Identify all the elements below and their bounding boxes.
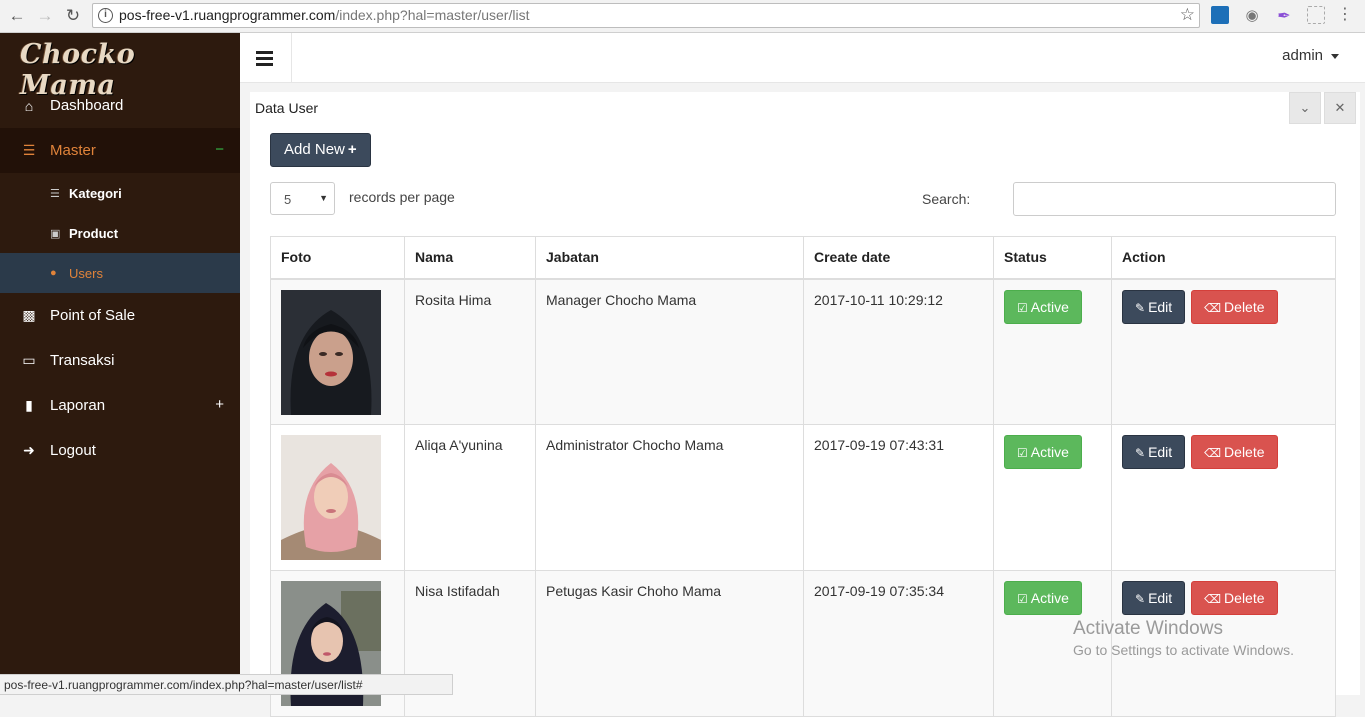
status-active-button[interactable]: ☑Active — [1004, 435, 1082, 469]
sidebar-item-label: Master — [50, 142, 96, 159]
records-per-page-label: records per page — [349, 189, 455, 205]
sidebar-item-label: Transaksi — [50, 352, 114, 369]
status-active-button[interactable]: ☑Active — [1004, 290, 1082, 324]
sidebar-subitem-label: Product — [69, 226, 118, 241]
sidebar-item-label: Logout — [50, 442, 96, 459]
user-name: admin — [1282, 47, 1323, 64]
pen-extension-icon[interactable]: ✒ — [1275, 6, 1293, 24]
close-icon[interactable]: ✕ — [1324, 92, 1356, 124]
table-row: Aliqa A'yunina Administrator Chocho Mama… — [271, 425, 1336, 571]
panel-body: Add New+ 5 ▼ records per page Search: Fo… — [260, 124, 1350, 695]
table-header-row: Foto Nama Jabatan Create date Status Act… — [271, 237, 1336, 279]
edit-button[interactable]: ✎Edit — [1122, 290, 1185, 324]
edit-icon: ✎ — [1135, 301, 1145, 315]
dropdown-arrow-icon: ▼ — [319, 193, 328, 203]
sidebar-item-transaksi[interactable]: ▭ Transaksi — [0, 338, 240, 383]
check-square-icon: ☑ — [1017, 301, 1028, 315]
header-action[interactable]: Action — [1112, 237, 1336, 279]
trash-icon: ⌫ — [1204, 446, 1221, 460]
list-icon: ☰ — [20, 142, 38, 159]
panel-title: Data User — [255, 100, 318, 116]
sidebar-subitem-product[interactable]: ▣ Product — [0, 213, 240, 253]
header-status[interactable]: Status — [994, 237, 1112, 279]
check-square-icon: ☑ — [1017, 592, 1028, 606]
camera-extension-icon[interactable]: ◉ — [1243, 6, 1261, 24]
cell-create-date: 2017-09-19 07:43:31 — [804, 425, 994, 571]
user-dropdown[interactable]: admin — [1282, 47, 1339, 64]
edit-button[interactable]: ✎Edit — [1122, 581, 1185, 615]
sidebar-item-label: Laporan — [50, 397, 105, 414]
header-create-date[interactable]: Create date — [804, 237, 994, 279]
brand-logo[interactable]: Chocko Mama — [0, 33, 240, 83]
trello-extension-icon[interactable] — [1211, 6, 1229, 24]
sidebar-subitem-label: Kategori — [69, 186, 122, 201]
search-label: Search: — [922, 191, 970, 207]
sidebar-item-master[interactable]: ☰ Master − — [0, 128, 240, 173]
sidebar-item-dashboard[interactable]: ⌂ Dashboard — [0, 83, 240, 128]
trash-icon: ⌫ — [1204, 301, 1221, 315]
sidebar: Chocko Mama ⌂ Dashboard ☰ Master − ☰ Kat… — [0, 33, 240, 695]
browser-menu-icon[interactable]: ⋮ — [1336, 6, 1354, 24]
delete-button[interactable]: ⌫Delete — [1191, 581, 1277, 615]
info-icon[interactable]: i — [98, 8, 113, 23]
status-active-button[interactable]: ☑Active — [1004, 581, 1082, 615]
hamburger-menu-icon[interactable] — [240, 33, 292, 83]
header-jabatan[interactable]: Jabatan — [536, 237, 804, 279]
cell-jabatan: Administrator Chocho Mama — [536, 425, 804, 571]
briefcase-icon: ▣ — [50, 227, 64, 240]
table-row: Rosita Hima Manager Chocho Mama 2017-10-… — [271, 279, 1336, 425]
address-bar[interactable]: i pos-free-v1.ruangprogrammer.com/index.… — [92, 3, 1200, 28]
expand-toggle[interactable]: + — [215, 396, 224, 413]
collapse-toggle[interactable]: − — [215, 141, 224, 158]
plus-icon: + — [348, 141, 357, 158]
cell-nama: Rosita Hima — [405, 279, 536, 425]
browser-toolbar: ← → ↻ i pos-free-v1.ruangprogrammer.com/… — [0, 0, 1365, 33]
add-new-button[interactable]: Add New+ — [270, 133, 371, 167]
home-icon: ⌂ — [20, 98, 38, 114]
browser-status-bar: pos-free-v1.ruangprogrammer.com/index.ph… — [0, 674, 453, 695]
list-icon: ☰ — [50, 187, 64, 200]
header-nama[interactable]: Nama — [405, 237, 536, 279]
forward-arrow-icon[interactable]: → — [34, 5, 56, 27]
back-arrow-icon[interactable]: ← — [6, 5, 28, 27]
delete-button[interactable]: ⌫Delete — [1191, 290, 1277, 324]
delete-button[interactable]: ⌫Delete — [1191, 435, 1277, 469]
caret-down-icon — [1331, 54, 1339, 59]
user-photo — [281, 290, 381, 415]
edit-icon: ✎ — [1135, 446, 1145, 460]
sidebar-subitem-kategori[interactable]: ☰ Kategori — [0, 173, 240, 213]
cell-nama: Aliqa A'yunina — [405, 425, 536, 571]
money-icon: ▩ — [20, 307, 38, 324]
sidebar-item-label: Point of Sale — [50, 307, 135, 324]
sidebar-item-label: Dashboard — [50, 97, 123, 114]
book-icon: ▭ — [20, 352, 38, 369]
search-input[interactable] — [1013, 182, 1336, 216]
top-navbar: admin — [240, 33, 1365, 83]
edit-icon: ✎ — [1135, 592, 1145, 606]
cell-create-date: 2017-10-11 10:29:12 — [804, 279, 994, 425]
header-foto[interactable]: Foto — [271, 237, 405, 279]
records-per-page-select[interactable]: 5 ▼ — [270, 182, 335, 215]
windows-activation-watermark: Activate Windows Go to Settings to activ… — [1073, 618, 1294, 658]
address-url[interactable]: pos-free-v1.ruangprogrammer.com/index.ph… — [119, 7, 529, 23]
bookmark-star-icon[interactable]: ☆ — [1180, 5, 1195, 25]
data-user-panel: Data User ⌄ ✕ Add New+ 5 ▼ records per p… — [250, 92, 1360, 695]
sidebar-item-logout[interactable]: ➜ Logout — [0, 428, 240, 473]
sign-in-icon: ➜ — [20, 442, 38, 459]
edit-button[interactable]: ✎Edit — [1122, 435, 1185, 469]
collapse-chevron-icon[interactable]: ⌄ — [1289, 92, 1321, 124]
check-square-icon: ☑ — [1017, 446, 1028, 460]
sidebar-item-point-of-sale[interactable]: ▩ Point of Sale — [0, 293, 240, 338]
cell-jabatan: Manager Chocho Mama — [536, 279, 804, 425]
reload-icon[interactable]: ↻ — [62, 5, 84, 27]
sidebar-subitem-label: Users — [69, 266, 103, 281]
file-icon: ▮ — [20, 397, 38, 414]
sidebar-item-laporan[interactable]: ▮ Laporan + — [0, 383, 240, 428]
users-icon: ● — [50, 267, 64, 279]
user-photo — [281, 435, 381, 560]
trash-icon: ⌫ — [1204, 592, 1221, 606]
extension-icon[interactable] — [1307, 6, 1325, 24]
sidebar-subitem-users[interactable]: ● Users — [0, 253, 240, 293]
